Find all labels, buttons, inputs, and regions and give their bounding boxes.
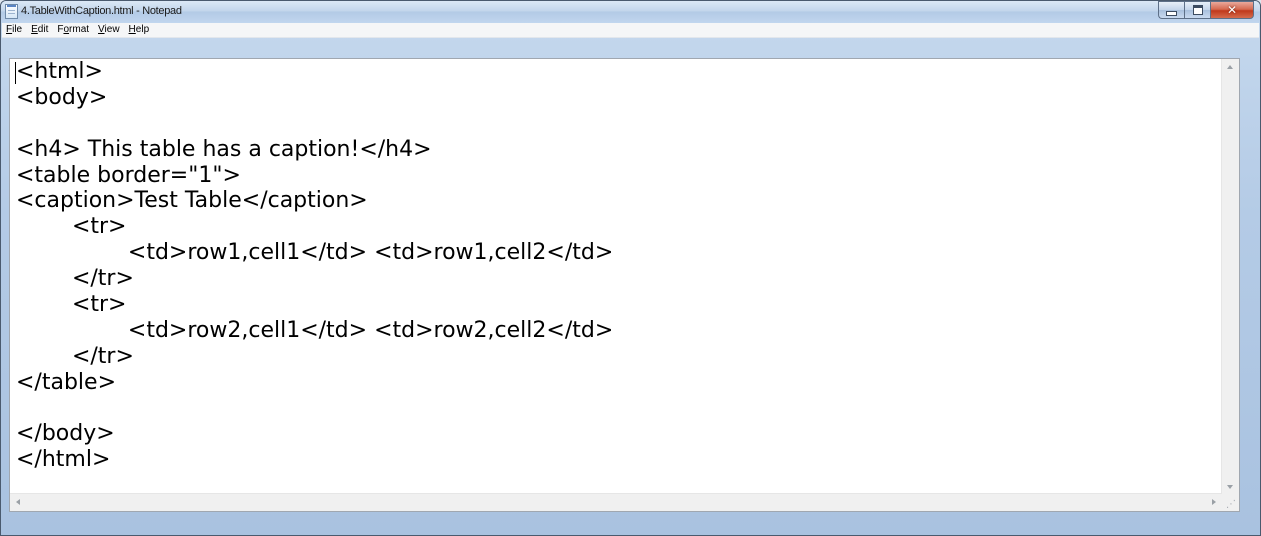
caption-buttons: ✕	[1158, 1, 1254, 20]
close-button[interactable]: ✕	[1210, 1, 1254, 19]
text-editor[interactable]: <html> <body> <h4> This table has a captio…	[9, 58, 1240, 512]
menu-edit-mnemonic: E	[31, 24, 38, 35]
editor-line: <td>row2,cell1</td> <td>row2,cell2</td>	[16, 317, 614, 343]
menu-edit[interactable]: Edit	[27, 23, 53, 37]
menu-help-label: elp	[135, 24, 150, 35]
editor-content[interactable]: <html> <body> <h4> This table has a captio…	[16, 59, 613, 473]
vertical-scrollbar[interactable]	[1221, 59, 1239, 495]
menu-format-label: rmat	[69, 24, 90, 35]
editor-line: </tr>	[16, 266, 134, 292]
editor-line: <h4> This table has a caption!</h4>	[16, 136, 432, 162]
resize-grip-icon[interactable]	[1221, 494, 1239, 511]
editor-line: <tr>	[16, 292, 127, 318]
editor-line: </html>	[16, 447, 111, 473]
maximize-button[interactable]	[1184, 1, 1210, 19]
arrow-left-icon[interactable]	[16, 499, 20, 505]
editor-line: <table border="1">	[16, 162, 241, 188]
menu-bar: File Edit Format View Help	[2, 23, 1259, 38]
editor-line: </table>	[16, 369, 116, 395]
menu-help-mnemonic: H	[128, 24, 136, 35]
editor-line: <caption>Test Table</caption>	[16, 188, 368, 214]
maximize-icon	[1192, 5, 1203, 15]
close-icon: ✕	[1226, 3, 1238, 17]
notepad-window: 4.TableWithCaption.html - Notepad ✕ File…	[0, 0, 1261, 536]
minimize-icon	[1166, 10, 1177, 16]
arrow-right-icon[interactable]	[1212, 499, 1216, 505]
menu-view-label: iew	[104, 24, 120, 35]
title-bar[interactable]: 4.TableWithCaption.html - Notepad ✕	[1, 1, 1260, 23]
editor-line: <html>	[16, 59, 103, 84]
menu-file[interactable]: File	[2, 23, 27, 37]
menu-file-label: ile	[12, 24, 23, 35]
editor-line: <td>row1,cell1</td> <td>row1,cell2</td>	[16, 240, 614, 266]
menu-view[interactable]: View	[94, 23, 125, 37]
menu-edit-label: dit	[37, 24, 49, 35]
menu-format[interactable]: Format	[53, 23, 94, 37]
editor-line: <body>	[16, 84, 108, 110]
minimize-button[interactable]	[1158, 1, 1184, 19]
editor-line: <tr>	[16, 214, 127, 240]
editor-line: </tr>	[16, 343, 134, 369]
editor-line: </body>	[16, 421, 115, 447]
menu-help[interactable]: Help	[125, 23, 155, 37]
notepad-icon[interactable]	[5, 4, 18, 19]
arrow-up-icon[interactable]	[1227, 65, 1233, 69]
window-title: 4.TableWithCaption.html - Notepad	[21, 5, 182, 17]
horizontal-scrollbar[interactable]	[10, 493, 1222, 511]
arrow-down-icon[interactable]	[1227, 485, 1233, 489]
